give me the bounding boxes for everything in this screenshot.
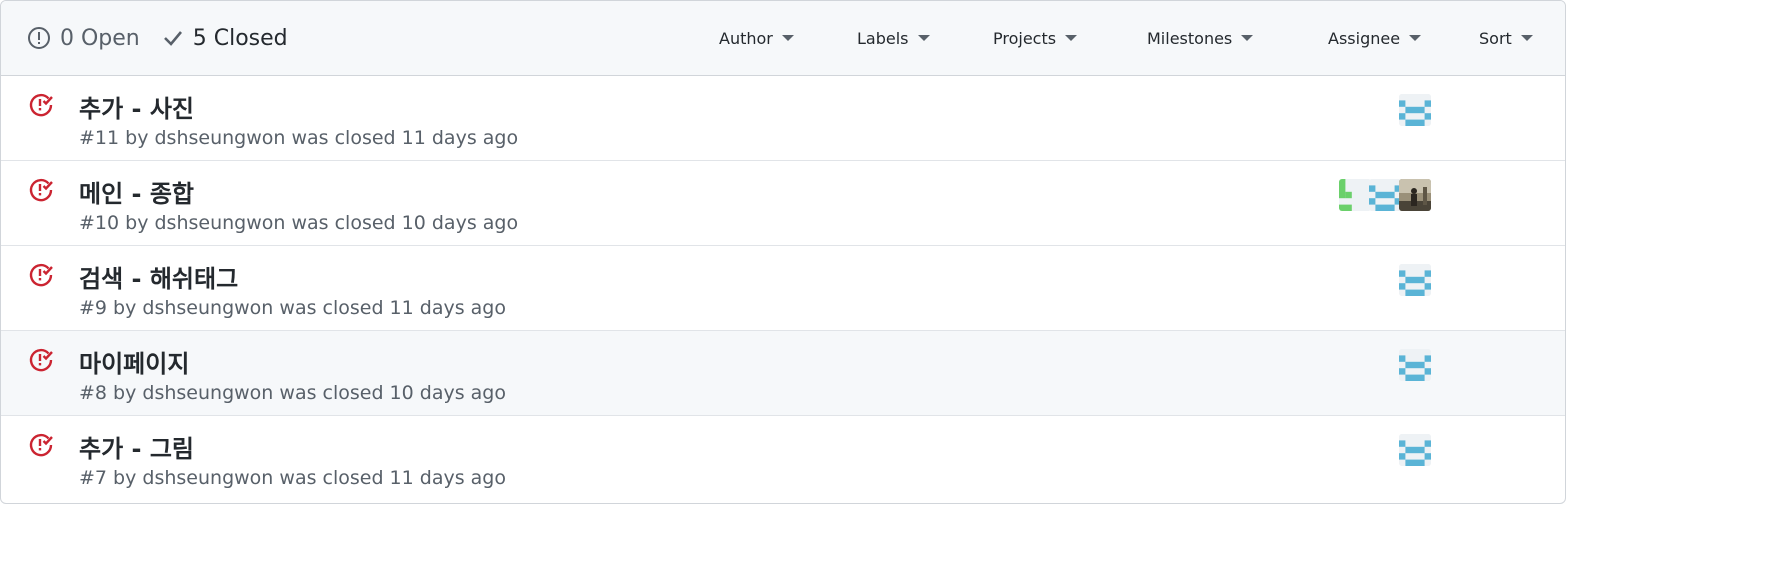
issue-by-text: by (119, 212, 155, 234)
issue-closed-icon (29, 433, 53, 457)
identicon-blue-avatar (1399, 94, 1431, 126)
issues-list-box: 0 Open 5 Closed Author Labels Projects M… (0, 0, 1566, 504)
assignee-avatar[interactable] (1399, 179, 1431, 211)
assignee-filter-label: Assignee (1328, 28, 1401, 48)
issue-assignees (1399, 349, 1431, 381)
issue-assignees (1399, 434, 1431, 466)
issue-number: #10 (79, 212, 120, 234)
open-count-label: 0 Open (60, 25, 140, 51)
sort-label: Sort (1479, 28, 1512, 48)
caret-down-icon (1241, 35, 1254, 41)
milestones-filter-dropdown[interactable]: Milestones (1147, 1, 1254, 75)
identicon-blue-avatar (1399, 434, 1431, 466)
identicon-blue-avatar (1369, 179, 1401, 211)
issue-row[interactable]: 메인 - 종합 #10 by dshseungwon was closed 10… (1, 161, 1565, 246)
issue-row[interactable]: 추가 - 사진 #11 by dshseungwon was closed 11… (1, 76, 1565, 161)
issue-author-link[interactable]: dshseungwon (155, 212, 286, 234)
issue-author-link[interactable]: dshseungwon (142, 467, 273, 489)
assignee-avatar[interactable] (1399, 349, 1431, 381)
caret-down-icon (917, 35, 930, 41)
issue-meta: #8 by dshseungwon was closed 10 days ago (79, 382, 506, 404)
issue-author-link[interactable]: dshseungwon (155, 127, 286, 149)
assignee-avatar[interactable] (1339, 179, 1371, 211)
issue-by-text: by (119, 127, 155, 149)
issue-meta: #11 by dshseungwon was closed 11 days ag… (79, 127, 518, 149)
issue-row[interactable]: 추가 - 그림 #7 by dshseungwon was closed 11 … (1, 416, 1565, 500)
issue-row[interactable]: 검색 - 해쉬태그 #9 by dshseungwon was closed 1… (1, 246, 1565, 331)
open-issues-tab[interactable]: 0 Open (27, 26, 140, 51)
identicon-blue-avatar (1399, 264, 1431, 296)
issue-closed-icon (29, 348, 53, 372)
assignee-avatar[interactable] (1399, 94, 1431, 126)
issue-closed-icon (29, 93, 53, 117)
issue-meta: #9 by dshseungwon was closed 11 days ago (79, 297, 506, 319)
issue-closed-icon (29, 263, 53, 287)
issue-row[interactable]: 마이페이지 #8 by dshseungwon was closed 10 da… (1, 331, 1565, 416)
issue-author-link[interactable]: dshseungwon (142, 382, 273, 404)
user-photo-avatar (1399, 179, 1431, 211)
identicon-green-avatar (1339, 179, 1371, 211)
assignee-avatar[interactable] (1399, 434, 1431, 466)
issue-by-text: by (107, 382, 143, 404)
issue-closed-status: was closed 10 days ago (285, 212, 519, 234)
issue-meta: #10 by dshseungwon was closed 10 days ag… (79, 212, 518, 234)
issue-meta: #7 by dshseungwon was closed 11 days ago (79, 467, 506, 489)
projects-filter-dropdown[interactable]: Projects (993, 1, 1078, 75)
caret-down-icon (781, 35, 794, 41)
issue-assignees (1399, 94, 1431, 126)
issue-closed-icon (29, 178, 53, 202)
issue-assignees (1399, 264, 1431, 296)
issue-by-text: by (107, 467, 143, 489)
issue-closed-status: was closed 10 days ago (273, 382, 506, 404)
closed-issues-tab[interactable]: 5 Closed (162, 26, 288, 51)
issue-title-link[interactable]: 검색 - 해쉬태그 (79, 259, 238, 294)
author-filter-label: Author (719, 28, 773, 48)
issue-author-link[interactable]: dshseungwon (142, 297, 273, 319)
issue-number: #9 (79, 297, 108, 319)
closed-count-label: 5 Closed (192, 25, 288, 51)
issue-number: #11 (79, 127, 120, 149)
caret-down-icon (1065, 35, 1078, 41)
issue-title-link[interactable]: 마이페이지 (79, 344, 189, 379)
identicon-blue-avatar (1399, 349, 1431, 381)
issue-closed-status: was closed 11 days ago (273, 467, 506, 489)
milestones-filter-label: Milestones (1147, 28, 1233, 48)
assignee-avatar[interactable] (1369, 179, 1401, 211)
assignee-filter-dropdown[interactable]: Assignee (1328, 1, 1422, 75)
issue-closed-status: was closed 11 days ago (285, 127, 519, 149)
issue-opened-icon (28, 27, 50, 49)
labels-filter-dropdown[interactable]: Labels (857, 1, 930, 75)
issue-number: #8 (79, 382, 108, 404)
issue-assignees (1339, 179, 1431, 211)
issue-state-toggles: 0 Open 5 Closed (27, 1, 310, 75)
issue-by-text: by (107, 297, 143, 319)
issue-closed-status: was closed 11 days ago (273, 297, 506, 319)
issue-title-link[interactable]: 추가 - 그림 (79, 429, 194, 464)
issues-list-header: 0 Open 5 Closed Author Labels Projects M… (1, 1, 1565, 76)
caret-down-icon (1409, 35, 1422, 41)
author-filter-dropdown[interactable]: Author (719, 1, 794, 75)
issue-title-link[interactable]: 추가 - 사진 (79, 89, 194, 124)
sort-dropdown[interactable]: Sort (1479, 1, 1533, 75)
assignee-avatar[interactable] (1399, 264, 1431, 296)
issue-number: #7 (79, 467, 108, 489)
caret-down-icon (1520, 35, 1533, 41)
check-icon (163, 31, 182, 46)
projects-filter-label: Projects (993, 28, 1057, 48)
issue-title-link[interactable]: 메인 - 종합 (79, 174, 194, 209)
labels-filter-label: Labels (857, 28, 909, 48)
